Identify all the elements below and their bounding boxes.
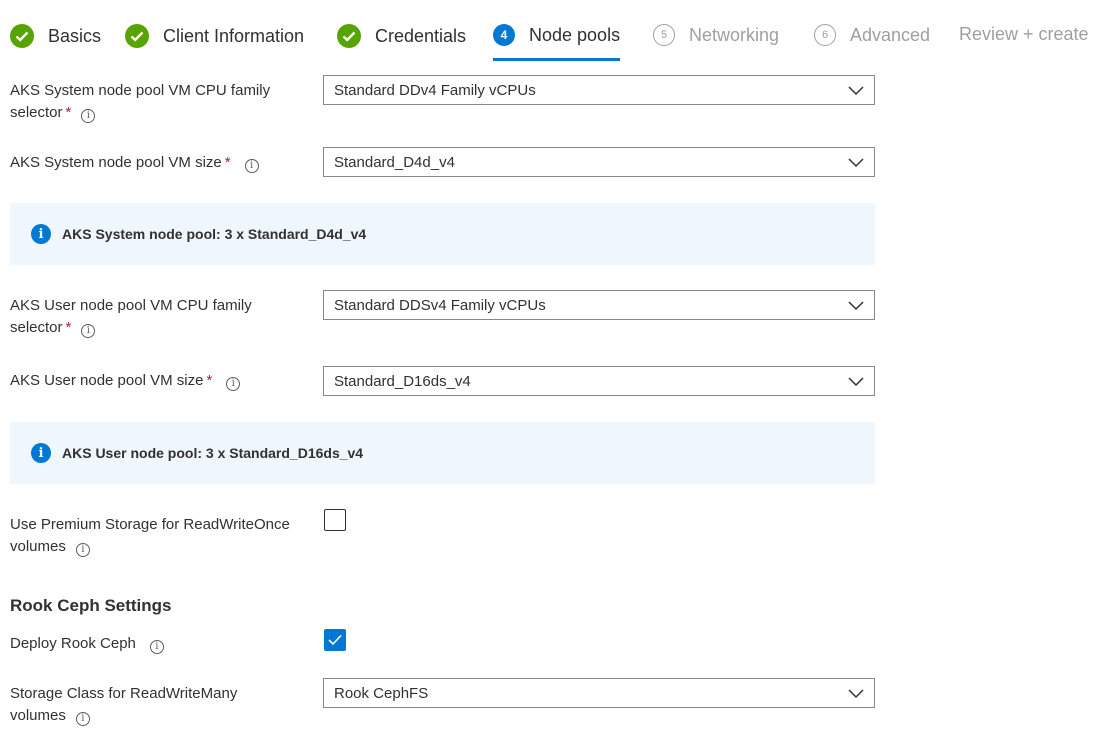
- label-text: AKS System node pool VM size: [10, 154, 222, 171]
- label-text: Use Premium Storage for ReadWriteOnce: [10, 516, 290, 533]
- user-vm-size-label: AKS User node pool VM size * i: [10, 370, 310, 392]
- system-vm-size-dropdown[interactable]: Standard_D4d_v4: [323, 147, 875, 177]
- required-marker: *: [65, 104, 72, 121]
- label-text: selector: [10, 319, 63, 336]
- step-client-information[interactable]: Client Information: [125, 24, 304, 48]
- checkmark-icon: [328, 634, 342, 646]
- system-pool-info-banner: i AKS System node pool: 3 x Standard_D4d…: [10, 203, 875, 265]
- label-text: AKS User node pool VM size: [10, 372, 204, 389]
- user-pool-info-banner: i AKS User node pool: 3 x Standard_D16ds…: [10, 422, 875, 484]
- user-cpu-family-dropdown[interactable]: Standard DDSv4 Family vCPUs: [323, 290, 875, 320]
- chevron-down-icon: [848, 377, 864, 387]
- dropdown-value: Standard DDv4 Family vCPUs: [334, 81, 536, 99]
- required-marker: *: [224, 154, 231, 171]
- system-cpu-family-label: AKS System node pool VM CPU family selec…: [10, 80, 310, 124]
- premium-storage-label: Use Premium Storage for ReadWriteOnce vo…: [10, 514, 310, 558]
- user-cpu-family-label: AKS User node pool VM CPU family selecto…: [10, 295, 310, 339]
- info-icon[interactable]: i: [75, 543, 90, 557]
- chevron-down-icon: [848, 158, 864, 168]
- step-label: Node pools: [529, 24, 621, 45]
- step-number-icon: 5: [653, 24, 675, 46]
- info-icon[interactable]: i: [226, 377, 241, 391]
- step-label: Credentials: [375, 25, 467, 46]
- wizard-steps: Basics Client Information Credentials 4 …: [0, 0, 1113, 62]
- dropdown-value: Standard_D4d_v4: [334, 153, 455, 171]
- deploy-rook-ceph-label: Deploy Rook Ceph i: [10, 633, 310, 655]
- step-label: Review + create: [959, 24, 1089, 44]
- system-cpu-family-dropdown[interactable]: Standard DDv4 Family vCPUs: [323, 75, 875, 105]
- info-filled-icon: i: [31, 443, 51, 463]
- info-icon[interactable]: i: [81, 109, 96, 123]
- step-node-pools[interactable]: 4 Node pools: [493, 24, 621, 61]
- step-label: Client Information: [163, 25, 305, 46]
- label-text: AKS User node pool VM CPU family: [10, 297, 252, 314]
- deploy-rook-ceph-checkbox[interactable]: [324, 629, 346, 651]
- premium-storage-checkbox[interactable]: [324, 509, 346, 531]
- check-circle-icon: [125, 24, 149, 48]
- info-icon[interactable]: i: [244, 159, 259, 173]
- label-text: Storage Class for ReadWriteMany: [10, 685, 238, 702]
- info-icon[interactable]: i: [81, 324, 96, 338]
- system-vm-size-label: AKS System node pool VM size * i: [10, 152, 310, 174]
- rook-ceph-section-title: Rook Ceph Settings: [10, 596, 172, 615]
- info-banner-text: AKS System node pool: 3 x Standard_D4d_v…: [62, 226, 367, 242]
- user-vm-size-dropdown[interactable]: Standard_D16ds_v4: [323, 366, 875, 396]
- step-review-create[interactable]: Review + create: [959, 24, 1089, 45]
- label-text: Deploy Rook Ceph: [10, 635, 136, 652]
- step-basics[interactable]: Basics: [10, 24, 101, 48]
- step-label: Basics: [48, 25, 102, 46]
- step-networking[interactable]: 5 Networking: [653, 24, 779, 46]
- step-credentials[interactable]: Credentials: [337, 24, 466, 48]
- chevron-down-icon: [848, 689, 864, 699]
- step-number-icon: 6: [814, 24, 836, 46]
- check-circle-icon: [337, 24, 361, 48]
- label-text: volumes: [10, 707, 66, 724]
- info-filled-icon: i: [31, 224, 51, 244]
- info-banner-text: AKS User node pool: 3 x Standard_D16ds_v…: [62, 445, 364, 461]
- label-text: volumes: [10, 538, 66, 555]
- required-marker: *: [206, 372, 213, 389]
- required-marker: *: [65, 319, 72, 336]
- label-text: AKS System node pool VM CPU family: [10, 82, 271, 99]
- label-text: selector: [10, 104, 63, 121]
- create-wizard-page: Basics Client Information Credentials 4 …: [0, 0, 1113, 744]
- step-number-icon: 4: [493, 24, 515, 46]
- info-icon[interactable]: i: [149, 640, 164, 654]
- storage-class-label: Storage Class for ReadWriteMany volumes i: [10, 683, 310, 727]
- check-circle-icon: [10, 24, 34, 48]
- dropdown-value: Standard DDSv4 Family vCPUs: [334, 296, 546, 314]
- step-label: Networking: [689, 24, 780, 45]
- step-advanced[interactable]: 6 Advanced: [814, 24, 930, 46]
- chevron-down-icon: [848, 86, 864, 96]
- dropdown-value: Standard_D16ds_v4: [334, 372, 471, 390]
- step-label: Advanced: [850, 24, 931, 45]
- storage-class-dropdown[interactable]: Rook CephFS: [323, 678, 875, 708]
- info-icon[interactable]: i: [75, 712, 90, 726]
- dropdown-value: Rook CephFS: [334, 684, 429, 702]
- chevron-down-icon: [848, 301, 864, 311]
